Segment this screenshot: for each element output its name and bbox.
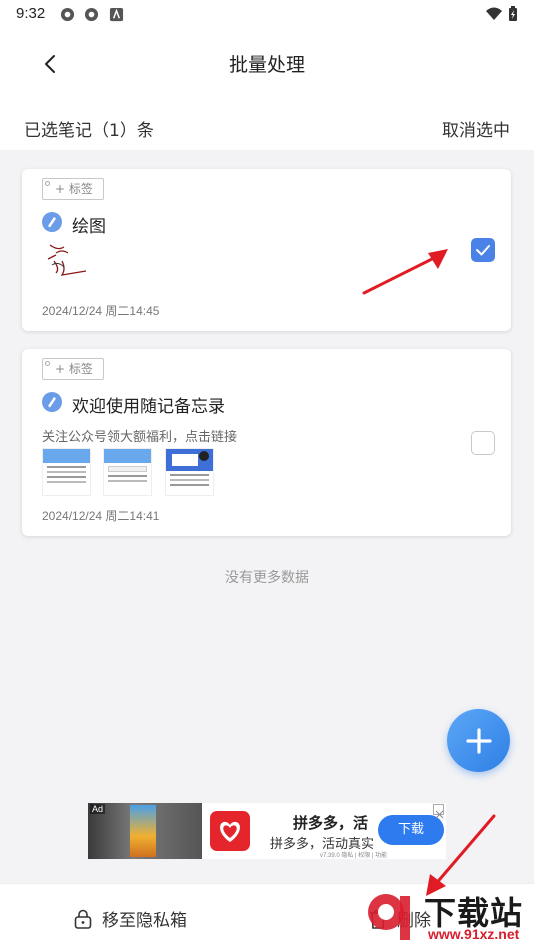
header: 批量处理 已选笔记（1）条 取消选中 [0,30,534,150]
move-to-private-label: 移至隐私箱 [102,911,187,931]
selected-count: 已选笔记（1）条 [24,121,154,141]
check-icon [476,245,490,256]
add-tag-button[interactable]: + 标签 [42,178,104,200]
note-title: 欢迎使用随记备忘录 [72,397,225,417]
ad-banner[interactable]: Ad 拼多多，活 拼多多，活动真实 v7.39.0 隐私 | 权限 | 功能 下… [88,803,446,859]
note-subtitle: 关注公众号领大额福利，点击链接 [42,430,238,445]
trash-icon [370,909,386,929]
ad-image [88,803,202,859]
no-more-data-label: 没有更多数据 [225,570,309,586]
ad-close-button[interactable] [433,804,444,819]
ad-title: 拼多多，活 [293,814,369,832]
ad-label: Ad [90,804,106,814]
status-right [486,6,518,22]
app-notification-icon [84,7,99,22]
delete-button[interactable]: 删除 [367,906,431,931]
image-thumbnail[interactable] [165,448,214,496]
close-icon [435,810,444,819]
note-card[interactable]: + 标签 欢迎使用随记备忘录 关注公众号领大额福利，点击链接 2024/12/2… [22,349,511,536]
note-card[interactable]: + 标签 绘图 2024/12/24 周二14:45 [22,169,511,331]
pen-icon [42,212,62,232]
note-title: 绘图 [72,217,106,237]
note-checkbox-unchecked[interactable] [471,431,495,455]
plus-icon [465,727,492,754]
wifi-icon [486,7,502,20]
bottom-action-bar: 移至隐私箱 删除 [0,883,534,950]
ad-meta: v7.39.0 隐私 | 权限 | 功能 [320,853,388,859]
lock-icon [74,909,92,929]
status-time: 9:32 [16,5,46,22]
add-note-button[interactable] [447,709,510,772]
delete-label: 删除 [397,911,431,931]
page-title: 批量处理 [228,54,305,76]
ad-logo [210,811,250,851]
note-date: 2024/12/24 周二14:45 [42,304,160,318]
battery-icon [509,6,517,21]
cancel-select-button[interactable]: 取消选中 [442,116,510,141]
add-tag-button[interactable]: + 标签 [42,358,104,380]
app-notification-icon [60,7,75,22]
move-to-private-button[interactable]: 移至隐私箱 [72,906,187,931]
note-date: 2024/12/24 周二14:41 [42,509,160,523]
image-thumbnail[interactable] [103,448,152,496]
pen-icon [42,392,62,412]
status-bar: 9:32 [0,0,534,30]
note-checkbox-checked[interactable] [471,238,495,262]
drawing-thumbnail [47,244,87,276]
image-thumbnail[interactable] [42,448,91,496]
keyboard-notification-icon [109,7,124,22]
heart-logo-icon [220,821,240,842]
